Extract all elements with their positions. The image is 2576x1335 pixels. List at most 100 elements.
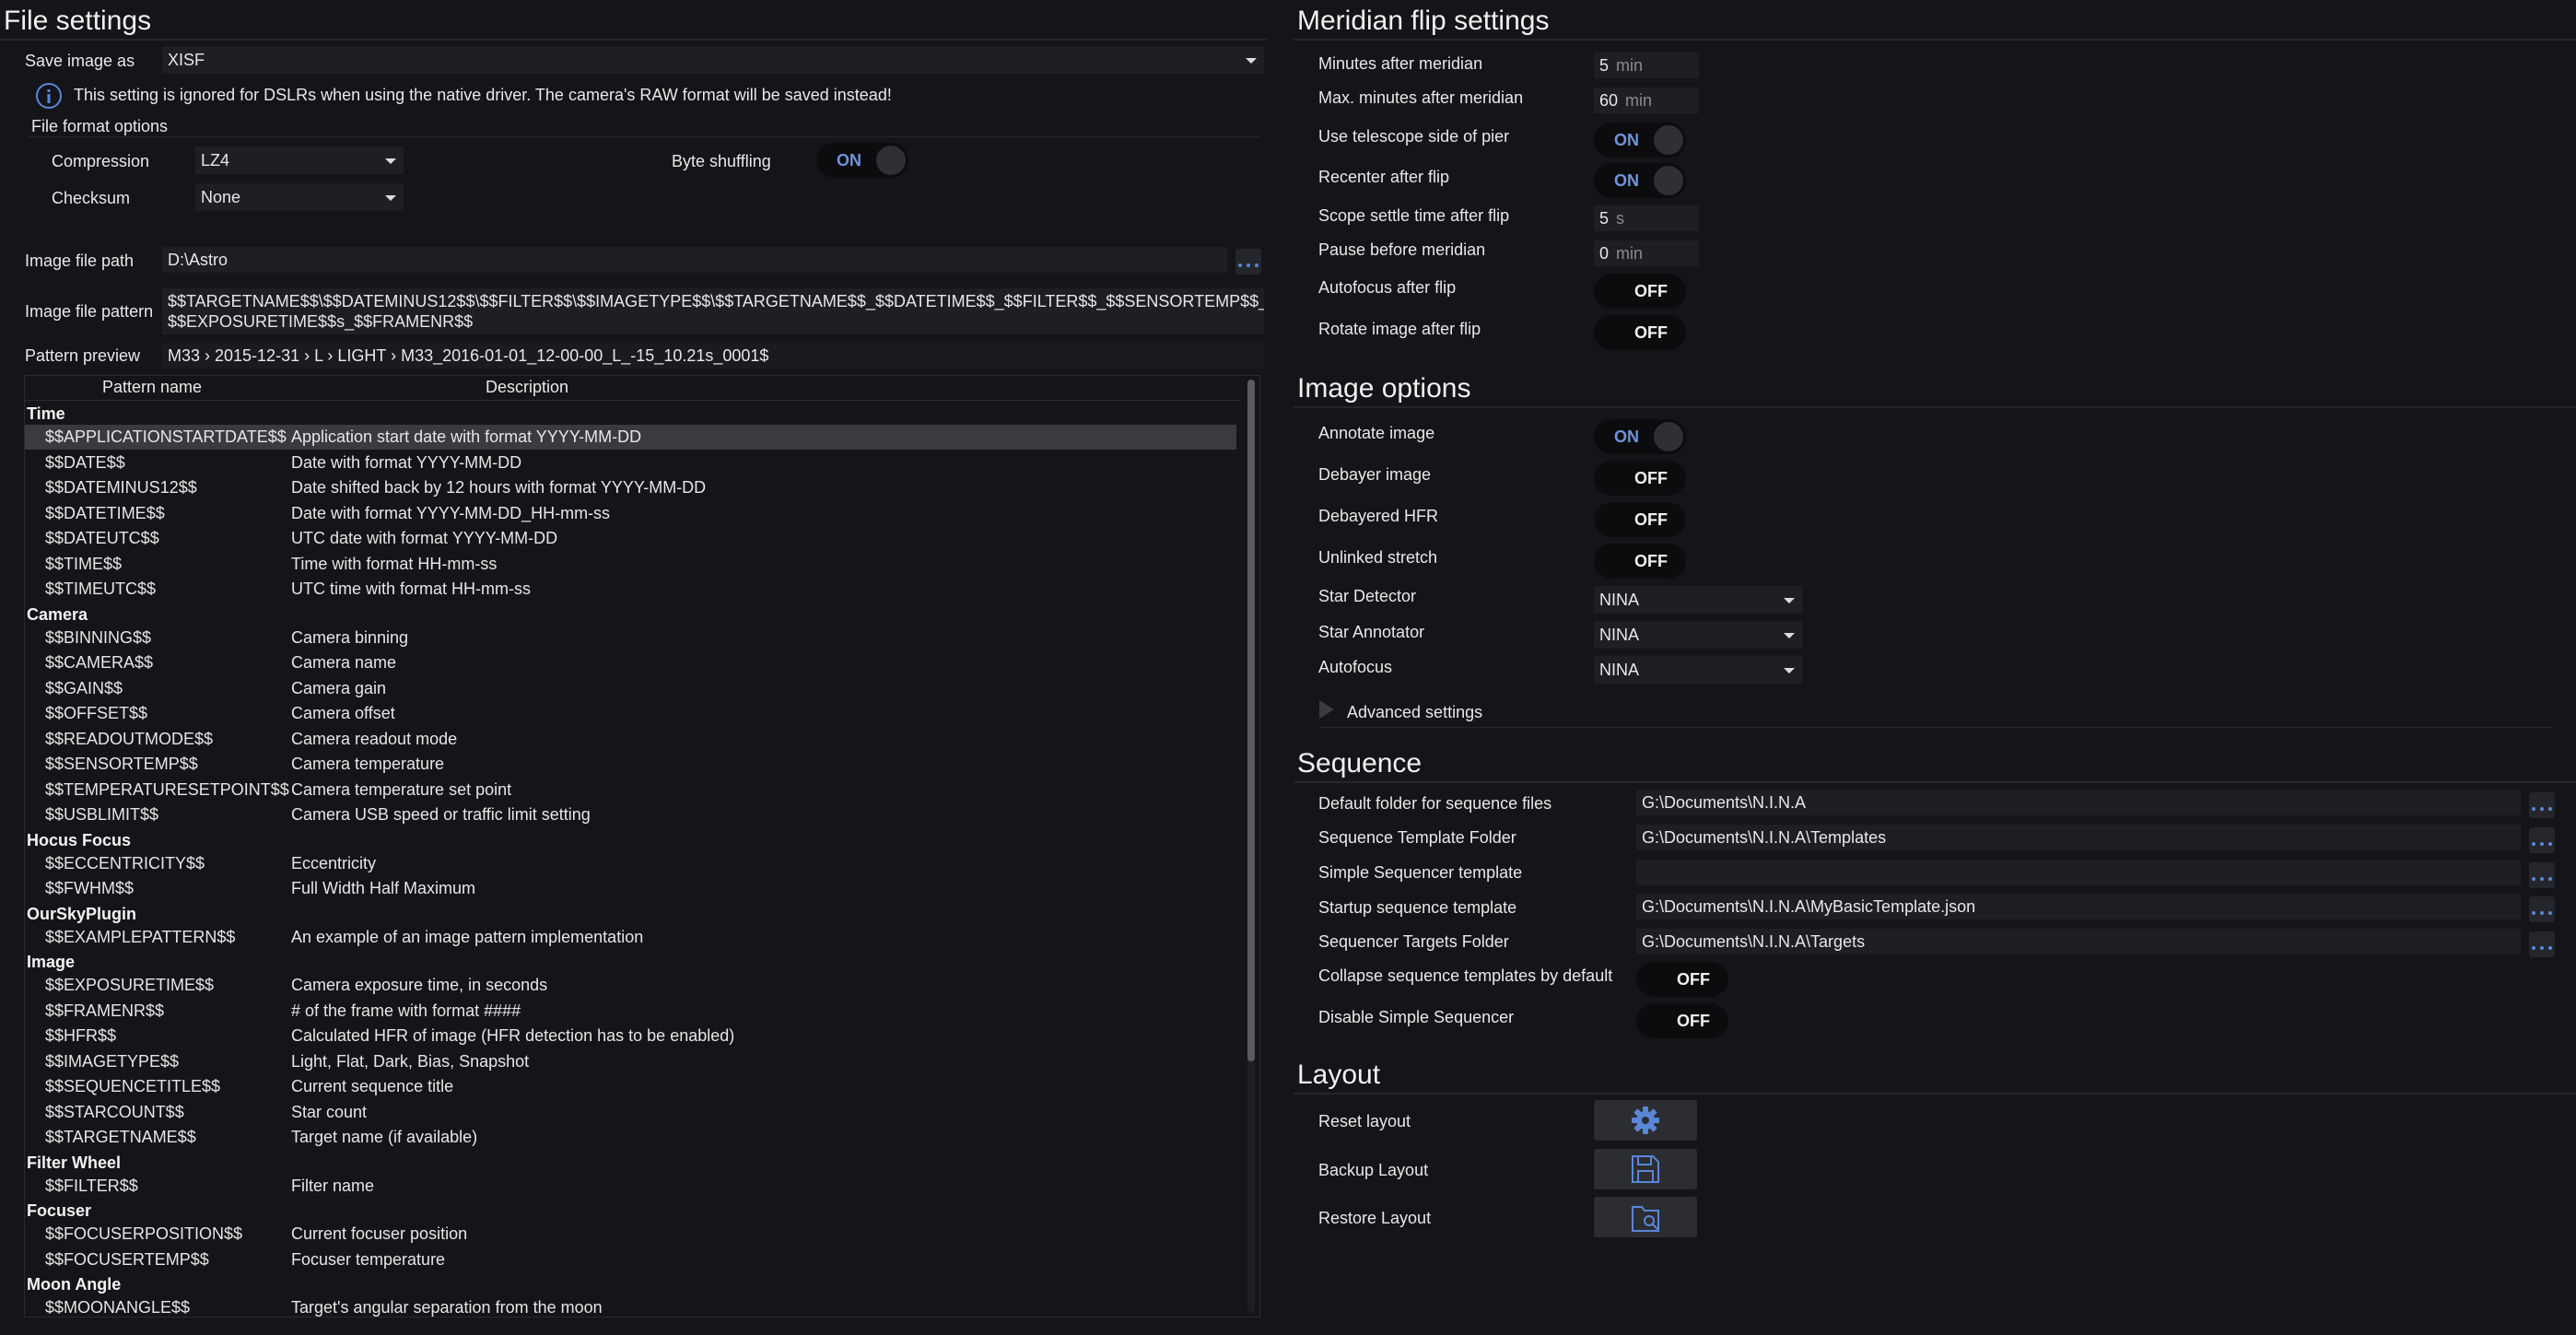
backup-layout-button[interactable] — [1594, 1149, 1697, 1189]
table-row[interactable]: $$EXAMPLEPATTERN$$ An example of an image… — [25, 925, 1236, 950]
browse-template-folder-button[interactable] — [2529, 827, 2555, 853]
group-header[interactable]: Time — [25, 404, 1236, 424]
image-file-path-input[interactable]: D:\Astro — [162, 247, 1227, 273]
table-row[interactable]: $$HFR$$ Calculated HFR of image (HFR dete… — [25, 1024, 1236, 1048]
table-row[interactable]: $$TIME$$ Time with format HH-mm-ss — [25, 552, 1236, 577]
browse-targets-folder-button[interactable] — [2529, 931, 2555, 957]
autofocus-combo[interactable]: NINA — [1594, 656, 1802, 684]
table-row[interactable]: $$TEMPERATURESETPOINT$$ Camera temperatur… — [25, 778, 1236, 802]
table-row[interactable]: $$FRAMENR$$ # of the frame with format ##… — [25, 999, 1236, 1024]
table-row[interactable]: $$MOONANGLE$$ Target's angular separation… — [25, 1295, 1236, 1317]
table-row[interactable]: $$ECCENTRICITY$$ Eccentricity — [25, 851, 1236, 876]
pause-value: 0 — [1599, 244, 1610, 263]
pattern-description: Date with format YYYY-MM-DD_HH-mm-ss — [291, 503, 611, 522]
pattern-key: $$READOUTMODE$$ — [45, 729, 214, 748]
table-row[interactable]: $$GAIN$$ Camera gain — [25, 676, 1236, 701]
template-folder-input[interactable]: G:\Documents\N.I.N.A\Templates — [1636, 825, 2521, 850]
table-row[interactable]: $$SENSORTEMP$$ Camera temperature — [25, 752, 1236, 777]
minutes-after-input[interactable]: 5 min — [1594, 53, 1699, 78]
file-settings-title: File settings — [4, 6, 152, 36]
unit-min: min — [1616, 244, 1644, 263]
table-row[interactable]: $$OFFSET$$ Camera offset — [25, 701, 1236, 726]
table-row[interactable]: $$FILTER$$ Filter name — [25, 1174, 1236, 1199]
debayered-hfr-toggle[interactable]: OFF — [1594, 502, 1686, 537]
default-folder-input[interactable]: G:\Documents\N.I.N.A — [1636, 790, 2521, 815]
scrollbar[interactable] — [1247, 380, 1255, 1313]
checksum-combo[interactable]: None — [195, 183, 404, 211]
use-side-toggle[interactable]: ON — [1594, 123, 1686, 158]
compression-combo[interactable]: LZ4 — [195, 146, 404, 174]
pattern-description: Camera binning — [291, 627, 409, 647]
startup-template-input[interactable]: G:\Documents\N.I.N.A\MyBasicTemplate.jso… — [1636, 894, 2521, 919]
group-header[interactable]: Filter Wheel — [25, 1153, 1236, 1173]
table-row[interactable]: $$SEQUENCETITLE$$ Current sequence title — [25, 1074, 1236, 1099]
pattern-key: $$OFFSET$$ — [45, 704, 148, 722]
table-row[interactable]: $$FOCUSERPOSITION$$ Current focuser posit… — [25, 1222, 1236, 1247]
collapse-templates-state: OFF — [1677, 970, 1710, 989]
table-row[interactable]: $$CAMERA$$ Camera name — [25, 650, 1236, 675]
pause-input[interactable]: 0 min — [1594, 240, 1699, 266]
table-row[interactable]: $$BINNING$$ Camera binning — [25, 626, 1236, 650]
disable-simple-toggle[interactable]: OFF — [1636, 1003, 1728, 1038]
max-minutes-input[interactable]: 60 min — [1594, 88, 1699, 113]
browse-default-folder-button[interactable] — [2529, 792, 2555, 818]
targets-folder-input[interactable]: G:\Documents\N.I.N.A\Targets — [1636, 929, 2521, 954]
table-row[interactable]: $$DATE$$ Date with format YYYY-MM-DD — [25, 451, 1236, 475]
collapse-templates-toggle[interactable]: OFF — [1636, 962, 1728, 997]
star-annotator-combo[interactable]: NINA — [1594, 621, 1802, 649]
scrollbar-thumb[interactable] — [1247, 380, 1255, 1061]
group-header[interactable]: Moon Angle — [25, 1274, 1236, 1294]
reset-layout-button[interactable] — [1594, 1100, 1697, 1141]
unlinked-toggle[interactable]: OFF — [1594, 544, 1686, 579]
table-row[interactable]: $$TARGETNAME$$ Target name (if available) — [25, 1125, 1236, 1150]
group-header[interactable]: Image — [25, 952, 1236, 972]
pattern-description: Camera gain — [291, 678, 387, 697]
table-row[interactable]: $$FWHM$$ Full Width Half Maximum — [25, 876, 1236, 901]
save-icon — [1632, 1155, 1659, 1183]
table-row[interactable]: $$USBLIMIT$$ Camera USB speed or traffic … — [25, 802, 1236, 827]
settle-input[interactable]: 5s — [1594, 205, 1699, 231]
pattern-description: Target name (if available) — [291, 1128, 478, 1146]
simple-template-input[interactable] — [1636, 860, 2521, 885]
table-row[interactable]: $$APPLICATIONSTARTDATE$$ Application star… — [25, 425, 1236, 450]
save-image-as-combo[interactable]: XISF — [162, 46, 1264, 74]
image-file-pattern-label: Image file pattern — [25, 302, 154, 321]
rotate-toggle[interactable]: OFF — [1594, 315, 1686, 350]
browse-startup-template-button[interactable] — [2529, 896, 2555, 922]
restore-layout-button[interactable] — [1594, 1197, 1697, 1237]
pattern-table[interactable]: Pattern name Description Time $$APPLICATI… — [24, 375, 1260, 1317]
pattern-key: $$DATETIME$$ — [45, 503, 165, 522]
table-row[interactable]: $$TIMEUTC$$ UTC time with format HH-mm-ss — [25, 577, 1236, 602]
table-row[interactable]: $$STARCOUNT$$ Star count — [25, 1100, 1236, 1125]
debayer-toggle[interactable]: OFF — [1594, 461, 1686, 496]
pattern-key: $$FRAMENR$$ — [45, 1001, 165, 1020]
table-row[interactable]: $$READOUTMODE$$ Camera readout mode — [25, 727, 1236, 752]
recenter-toggle[interactable]: ON — [1594, 163, 1686, 198]
pattern-description: Time with format HH-mm-ss — [291, 554, 498, 573]
autofocus-flip-toggle[interactable]: OFF — [1594, 274, 1686, 309]
table-row[interactable]: $$DATETIME$$ Date with format YYYY-MM-DD_… — [25, 501, 1236, 526]
unlinked-label: Unlinked stretch — [1318, 548, 1438, 567]
browse-image-path-button[interactable] — [1235, 249, 1261, 275]
expander-arrow-icon[interactable] — [1319, 700, 1334, 719]
table-row[interactable]: $$IMAGETYPE$$ Light, Flat, Dark, Bias, Sn… — [25, 1049, 1236, 1074]
advanced-settings-label[interactable]: Advanced settings — [1347, 702, 1482, 722]
browse-simple-template-button[interactable] — [2529, 862, 2555, 888]
image-file-pattern-input[interactable]: $$TARGETNAME$$\$$DATEMINUS12$$\$$FILTER$… — [162, 288, 1264, 334]
group-header[interactable]: Camera — [25, 604, 1236, 625]
table-row[interactable]: $$EXPOSURETIME$$ Camera exposure time, in… — [25, 973, 1236, 998]
chevron-down-icon — [1246, 58, 1257, 64]
group-header[interactable]: OurSkyPlugin — [25, 904, 1236, 924]
byte-shuffling-toggle[interactable]: ON — [816, 143, 908, 178]
layout-title: Layout — [1297, 1060, 1381, 1090]
pattern-key: $$TIME$$ — [45, 554, 123, 573]
table-row[interactable]: $$DATEMINUS12$$ Date shifted back by 12 h… — [25, 475, 1236, 500]
startup-template-label: Startup sequence template — [1318, 898, 1517, 917]
group-header[interactable]: Focuser — [25, 1200, 1236, 1221]
table-row[interactable]: $$DATEUTC$$ UTC date with format YYYY-MM-… — [25, 526, 1236, 551]
byte-shuffling-label: Byte shuffling — [672, 152, 771, 170]
group-header[interactable]: Hocus Focus — [25, 830, 1236, 850]
star-detector-combo[interactable]: NINA — [1594, 586, 1802, 614]
annotate-toggle[interactable]: ON — [1594, 419, 1686, 454]
table-row[interactable]: $$FOCUSERTEMP$$ Focuser temperature — [25, 1247, 1236, 1272]
